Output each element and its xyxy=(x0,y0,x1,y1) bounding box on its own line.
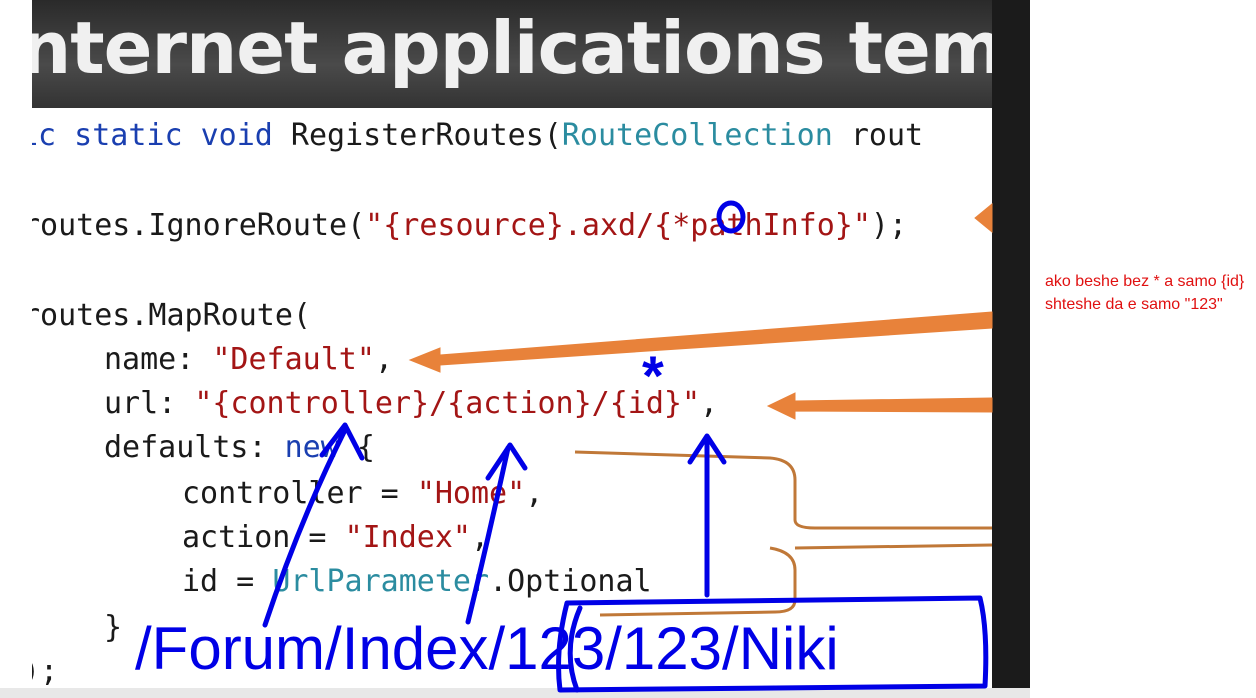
code-punct: } xyxy=(104,610,123,645)
code-type: RouteCollection xyxy=(561,118,833,153)
code-line-defaults: defaults: new { xyxy=(104,430,375,465)
code-member: .Optional xyxy=(489,564,652,599)
code-key: controller = xyxy=(182,476,417,511)
code-key: name: xyxy=(104,342,213,377)
code-line-register-routes: ic static void RegisterRoutes(RouteColle… xyxy=(32,118,923,153)
code-key: url: xyxy=(104,386,195,421)
code-line-map-route: routes.MapRoute( xyxy=(32,298,311,333)
code-line-id: id = UrlParameter.Optional xyxy=(182,564,652,599)
code-line-close-paren: ); xyxy=(32,654,58,689)
code-line-url: url: "{controller}/{action}/{id}", xyxy=(104,386,718,421)
code-call: routes.IgnoreRoute( xyxy=(32,208,366,243)
bottom-bar xyxy=(0,688,1030,698)
code-call: routes.MapRoute( xyxy=(32,298,311,333)
left-margin xyxy=(0,0,32,698)
code-punct: { xyxy=(338,430,375,465)
code-type: UrlParameter xyxy=(272,564,490,599)
code-line-close-brace: } xyxy=(104,610,122,645)
code-block: ic static void RegisterRoutes(RouteColle… xyxy=(32,0,992,698)
code-string: "{resource}.axd/{*pathInfo}" xyxy=(365,208,871,243)
code-string: "Default" xyxy=(212,342,375,377)
code-punct: , xyxy=(471,520,490,555)
slide-image: nternet applications template b ic stati… xyxy=(32,0,992,698)
code-punct: ); xyxy=(870,208,908,243)
code-string: "{controller}/{action}/{id}" xyxy=(194,386,701,421)
code-keyword: new xyxy=(284,430,339,465)
code-line-name: name: "Default", xyxy=(104,342,393,377)
code-param: rout xyxy=(832,118,924,153)
code-punct: , xyxy=(525,476,544,511)
code-punct: , xyxy=(374,342,393,377)
code-key: action = xyxy=(182,520,345,555)
code-line-ignore-route: routes.IgnoreRoute("{resource}.axd/{*pat… xyxy=(32,208,907,243)
code-key: id = xyxy=(182,564,273,599)
code-keyword: ic static void xyxy=(32,118,273,153)
url-example-annotation: /Forum/Index/123/123/Niki xyxy=(135,615,839,682)
code-string: "Index" xyxy=(344,520,471,555)
slide-edge xyxy=(992,0,1030,698)
code-string: "Home" xyxy=(416,476,526,511)
code-line-controller: controller = "Home", xyxy=(182,476,543,511)
code-punct: ); xyxy=(32,654,59,689)
code-punct: , xyxy=(700,386,719,421)
code-method: RegisterRoutes( xyxy=(272,118,562,153)
code-line-action: action = "Index", xyxy=(182,520,489,555)
code-key: defaults: xyxy=(104,430,285,465)
side-note: ako beshe bez * a samo {id} shteshe da e… xyxy=(1045,273,1245,313)
